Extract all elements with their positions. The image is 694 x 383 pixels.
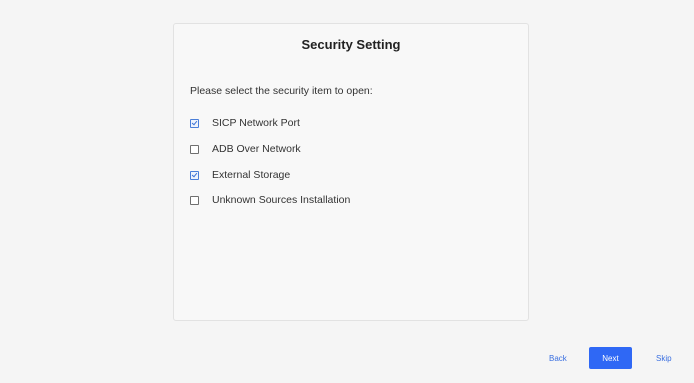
external-storage-checkbox[interactable] [190,170,199,180]
skip-button[interactable]: Skip [656,354,672,363]
next-button[interactable]: Next [589,347,632,369]
sicp-network-port-checkbox[interactable] [190,118,199,128]
option-label: ADB Over Network [212,143,301,155]
option-adb-over-network[interactable]: ADB Over Network [190,142,301,156]
unknown-sources-installation-checkbox[interactable] [190,195,199,205]
option-label: External Storage [212,169,291,181]
option-label: SICP Network Port [212,117,300,129]
security-prompt: Please select the security item to open: [190,85,373,97]
card-title: Security Setting [301,37,401,52]
option-external-storage[interactable]: External Storage [190,168,290,182]
setup-screen: Security Setting Please select the secur… [0,0,694,383]
back-button[interactable]: Back [549,354,567,363]
option-unknown-sources-installation[interactable]: Unknown Sources Installation [190,193,350,207]
adb-over-network-checkbox[interactable] [190,144,199,154]
option-sicp-network-port[interactable]: SICP Network Port [190,116,300,130]
security-setting-card: Security Setting Please select the secur… [173,23,529,321]
option-label: Unknown Sources Installation [212,194,351,206]
